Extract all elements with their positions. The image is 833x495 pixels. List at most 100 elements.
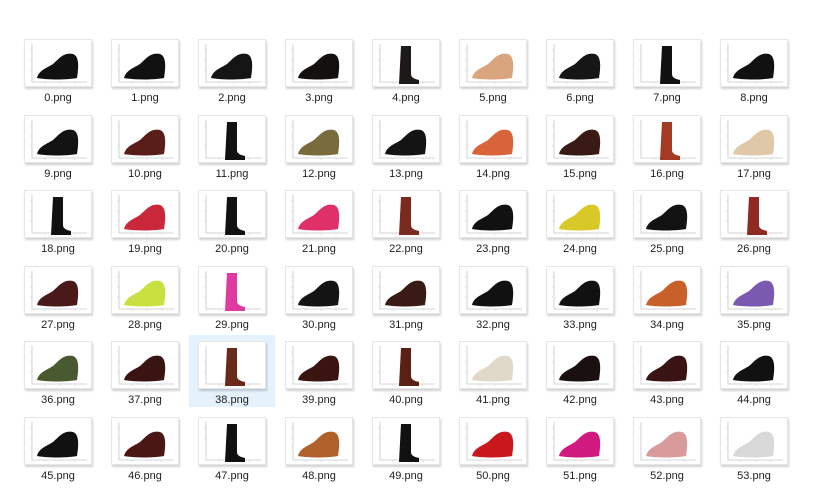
file-item[interactable]: 20.png bbox=[189, 184, 275, 256]
file-item[interactable]: 2.png bbox=[189, 33, 275, 105]
file-item[interactable]: 11.png bbox=[189, 109, 275, 181]
black-shoe-thumbnail bbox=[285, 39, 353, 87]
black-pink-sneaker-thumbnail bbox=[285, 190, 353, 238]
file-item[interactable]: 36.png bbox=[15, 335, 101, 407]
file-item[interactable]: 4.png bbox=[363, 33, 449, 105]
file-name-label: 41.png bbox=[476, 394, 510, 406]
file-item[interactable]: 26.png bbox=[711, 184, 797, 256]
file-item[interactable]: 18.png bbox=[15, 184, 101, 256]
file-name-label: 45.png bbox=[41, 469, 75, 482]
file-item[interactable]: 41.png bbox=[450, 335, 536, 407]
file-item[interactable]: 7.png bbox=[624, 33, 710, 105]
tan-heeled-sandal-thumbnail bbox=[459, 39, 527, 87]
black-boot-thumbnail bbox=[372, 416, 440, 465]
file-name-label: 13.png bbox=[389, 167, 423, 180]
file-item[interactable]: 35.png bbox=[711, 260, 797, 332]
file-name-label: 47.png bbox=[215, 469, 249, 482]
file-item[interactable]: 34.png bbox=[624, 260, 710, 332]
file-name-label: 51.png bbox=[563, 469, 597, 482]
pink-shoe-thumbnail bbox=[633, 416, 701, 465]
file-name-label: 22.png bbox=[389, 243, 423, 255]
black-shoe-thumbnail bbox=[546, 265, 614, 314]
file-item[interactable]: 47.png bbox=[189, 411, 275, 483]
file-item[interactable]: 15.png bbox=[537, 109, 623, 181]
file-item[interactable]: 19.png bbox=[102, 184, 188, 256]
file-name-label: 39.png bbox=[302, 394, 336, 406]
black-purple-sneaker-thumbnail bbox=[720, 265, 788, 314]
file-name-label: 28.png bbox=[128, 318, 162, 331]
file-item[interactable]: 46.png bbox=[102, 411, 188, 483]
file-item[interactable]: 43.png bbox=[624, 335, 710, 407]
black-pump-thumbnail bbox=[720, 39, 788, 87]
file-name-label: 18.png bbox=[41, 243, 75, 255]
file-item[interactable]: 38.png bbox=[189, 335, 275, 407]
file-item[interactable]: 33.png bbox=[537, 260, 623, 332]
black-tall-boot-thumbnail bbox=[633, 39, 701, 87]
file-item[interactable]: 39.png bbox=[276, 335, 362, 407]
file-name-label: 38.png bbox=[215, 394, 249, 406]
file-item[interactable]: 12.png bbox=[276, 109, 362, 181]
file-name-label: 36.png bbox=[41, 394, 75, 406]
brown-shoe-thumbnail bbox=[372, 265, 440, 314]
file-item[interactable]: 32.png bbox=[450, 260, 536, 332]
file-name-label: 37.png bbox=[128, 394, 162, 406]
file-item[interactable]: 6.png bbox=[537, 33, 623, 105]
file-item[interactable]: 3.png bbox=[276, 33, 362, 105]
black-flat-thumbnail bbox=[24, 416, 92, 465]
camo-sneaker-thumbnail bbox=[24, 341, 92, 389]
file-item[interactable]: 31.png bbox=[363, 260, 449, 332]
file-name-label: 35.png bbox=[737, 318, 771, 331]
file-item[interactable]: 0.png bbox=[15, 33, 101, 105]
white-black-sneaker-thumbnail bbox=[720, 416, 788, 465]
file-name-label: 4.png bbox=[392, 92, 420, 104]
file-item[interactable]: 49.png bbox=[363, 411, 449, 483]
black-shoe-thumbnail bbox=[24, 39, 92, 87]
file-item[interactable]: 44.png bbox=[711, 335, 797, 407]
file-name-label: 3.png bbox=[305, 92, 333, 104]
black-flip-flop-thumbnail bbox=[633, 190, 701, 238]
file-item[interactable]: 8.png bbox=[711, 33, 797, 105]
file-item[interactable]: 21.png bbox=[276, 184, 362, 256]
file-item[interactable]: 48.png bbox=[276, 411, 362, 483]
file-item[interactable]: 42.png bbox=[537, 335, 623, 407]
dark-red-shoe-thumbnail bbox=[24, 265, 92, 314]
file-item[interactable]: 10.png bbox=[102, 109, 188, 181]
file-item[interactable]: 9.png bbox=[15, 109, 101, 181]
file-name-label: 12.png bbox=[302, 167, 336, 180]
file-item[interactable]: 17.png bbox=[711, 109, 797, 181]
file-item[interactable]: 27.png bbox=[15, 260, 101, 332]
black-shoe-thumbnail bbox=[720, 341, 788, 389]
file-item[interactable]: 53.png bbox=[711, 411, 797, 483]
black-red-shoe-thumbnail bbox=[546, 341, 614, 389]
file-item[interactable]: 1.png bbox=[102, 33, 188, 105]
file-name-label: 11.png bbox=[215, 167, 249, 180]
file-item[interactable]: 40.png bbox=[363, 335, 449, 407]
beige-flat-thumbnail bbox=[720, 114, 788, 163]
file-item[interactable]: 24.png bbox=[537, 184, 623, 256]
file-item[interactable]: 29.png bbox=[189, 260, 275, 332]
black-boot-thumbnail bbox=[372, 39, 440, 87]
file-item[interactable]: 13.png bbox=[363, 109, 449, 181]
file-item[interactable]: 45.png bbox=[15, 411, 101, 483]
dark-red-sneaker-thumbnail bbox=[633, 341, 701, 389]
file-name-label: 7.png bbox=[653, 92, 681, 104]
file-item[interactable]: 16.png bbox=[624, 109, 710, 181]
file-name-label: 17.png bbox=[737, 167, 771, 180]
file-item[interactable]: 5.png bbox=[450, 33, 536, 105]
black-heel-thumbnail bbox=[459, 190, 527, 238]
file-item[interactable]: 30.png bbox=[276, 260, 362, 332]
file-item[interactable]: 50.png bbox=[450, 411, 536, 483]
file-item[interactable]: 14.png bbox=[450, 109, 536, 181]
file-item[interactable]: 23.png bbox=[450, 184, 536, 256]
file-item[interactable]: 52.png bbox=[624, 411, 710, 483]
file-name-label: 52.png bbox=[650, 469, 684, 482]
file-item[interactable]: 37.png bbox=[102, 335, 188, 407]
file-item[interactable]: 25.png bbox=[624, 184, 710, 256]
file-item[interactable]: 28.png bbox=[102, 260, 188, 332]
yellow-clog-thumbnail bbox=[546, 190, 614, 238]
file-item[interactable]: 22.png bbox=[363, 184, 449, 256]
file-item[interactable]: 51.png bbox=[537, 411, 623, 483]
black-shoe-thumbnail bbox=[198, 39, 266, 87]
cream-slip-on-thumbnail bbox=[459, 341, 527, 389]
file-name-label: 32.png bbox=[476, 318, 510, 331]
